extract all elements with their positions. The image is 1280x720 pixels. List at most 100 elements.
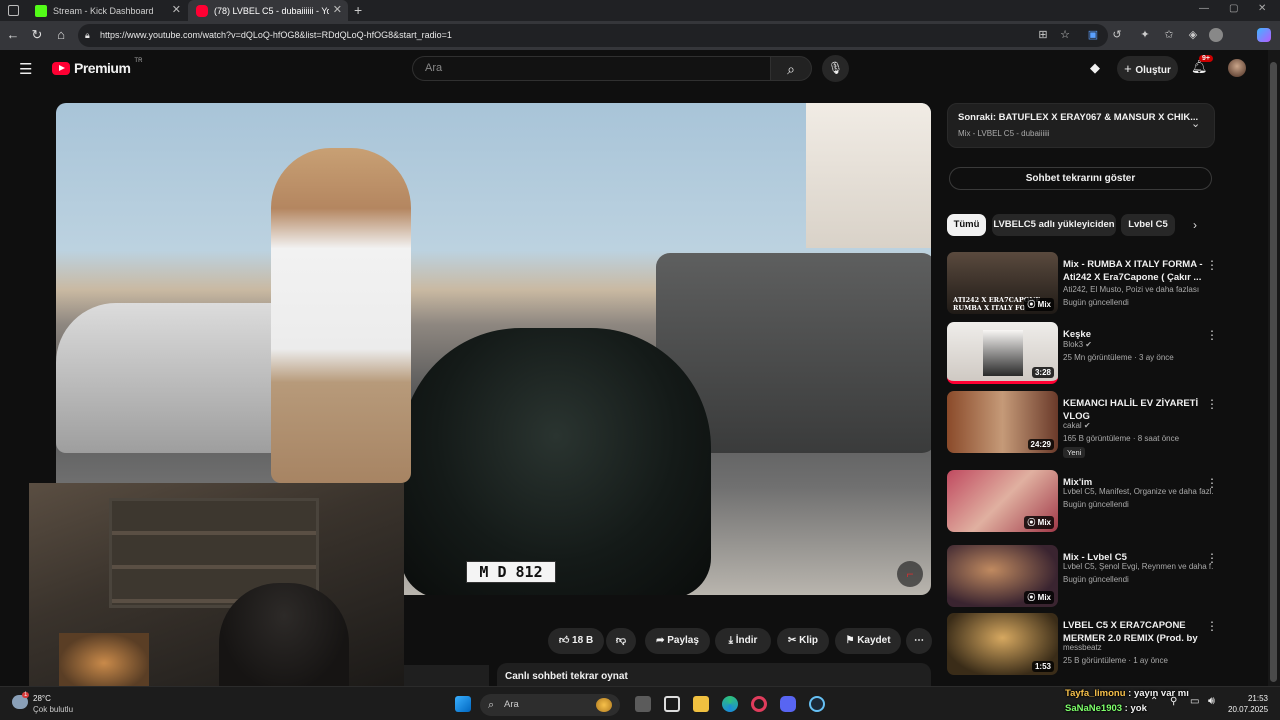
- network-icon[interactable]: ▭: [1190, 696, 1199, 707]
- channel-name[interactable]: Lvbel C5, Manifest, Organize ve daha faz…: [1063, 487, 1213, 496]
- chip-all[interactable]: Tümü: [947, 214, 986, 236]
- browser-toolbar: ← ↻ ⌂ 🔒︎ https://www.youtube.com/watch?v…: [0, 21, 1280, 50]
- weather-widget[interactable]: 1 28°C Çok bulutlu: [12, 692, 82, 716]
- chevron-down-icon[interactable]: ⌄: [1191, 117, 1200, 130]
- webcam-overlay: [29, 483, 404, 693]
- back-icon[interactable]: ←: [5, 27, 21, 43]
- opera-gx-icon[interactable]: [751, 696, 767, 712]
- edge-icon[interactable]: [722, 696, 738, 712]
- video-thumbnail[interactable]: ⦿ Mix: [947, 470, 1058, 532]
- video-thumbnail[interactable]: ATI242 X ERA7CAPONE RUMBA X ITALY FO ⦿ M…: [947, 252, 1058, 314]
- notifications-button[interactable]: 🔔︎ 9+: [1191, 55, 1213, 75]
- dislike-button[interactable]: 👎︎: [606, 628, 636, 654]
- task-view-icon[interactable]: [635, 696, 651, 712]
- show-chat-replay-button[interactable]: Sohbet tekrarını göster: [949, 167, 1212, 190]
- menu-icon[interactable]: ☰: [19, 60, 32, 78]
- sync-icon[interactable]: ↺: [1110, 28, 1124, 42]
- profile-icon[interactable]: [1209, 28, 1223, 42]
- video-meta: 165 B görüntüleme · 8 saat önce: [1063, 434, 1180, 443]
- list-item[interactable]: ⦿ Mix Mix - Lvbel C5 Lvbel C5, Şenol Evg…: [947, 545, 1218, 609]
- more-vert-icon[interactable]: ⋮: [1206, 258, 1218, 272]
- video-thumbnail[interactable]: ⦿ Mix: [947, 545, 1058, 607]
- video-title[interactable]: Mix - RUMBA X ITALY FORMA - Ati242 X Era…: [1063, 258, 1203, 284]
- cast-icon[interactable]: ◆: [1090, 60, 1100, 76]
- home-icon[interactable]: ⌂: [53, 27, 69, 43]
- new-tab-button[interactable]: +: [354, 2, 362, 18]
- playlist-next-box[interactable]: Sonraki: BATUFLEX X ERAY067 & MANSUR X C…: [947, 103, 1215, 148]
- close-icon[interactable]: ✕: [333, 3, 342, 16]
- next-subtitle: Mix - LVBEL C5 - dubaiiiiii: [958, 129, 1050, 138]
- extension-icon[interactable]: ▣: [1086, 28, 1100, 42]
- channel-name[interactable]: Lvbel C5, Şenol Evgi, Reynmen ve daha f.…: [1063, 562, 1213, 571]
- more-vert-icon[interactable]: ⋮: [1206, 619, 1218, 633]
- download-button[interactable]: ⤓ İndir: [715, 628, 771, 654]
- video-title[interactable]: LVBEL C5 X ERA7CAPONE MERMER 2.0 REMIX (…: [1063, 619, 1203, 646]
- list-item[interactable]: 1:53 LVBEL C5 X ERA7CAPONE MERMER 2.0 RE…: [947, 613, 1218, 677]
- channel-name[interactable]: messbeatz: [1063, 643, 1213, 652]
- tray-chevron-icon[interactable]: ⌃: [1150, 696, 1158, 707]
- tray-app-icon[interactable]: ⚲: [1170, 696, 1177, 707]
- discord-icon[interactable]: [780, 696, 796, 712]
- avatar[interactable]: [1228, 59, 1246, 77]
- tab-kick-dashboard[interactable]: Stream - Kick Dashboard ✕: [27, 0, 187, 21]
- refresh-icon[interactable]: ↻: [29, 27, 45, 43]
- lock-icon: 🔒︎: [85, 30, 90, 40]
- chip-from-uploader[interactable]: LVBELC5 adlı yükleyiciden: [992, 214, 1116, 236]
- more-vert-icon[interactable]: ⋮: [1206, 551, 1218, 565]
- save-button[interactable]: ⚑ Kaydet: [835, 628, 901, 654]
- more-actions-button[interactable]: ⋯: [906, 628, 932, 654]
- list-item[interactable]: 3:28 Keşke Blok3 ✔ 25 Mn görüntüleme · 3…: [947, 322, 1218, 386]
- channel-name[interactable]: Ati242, El Musto, Poizi ve daha fazlası: [1063, 285, 1213, 294]
- file-explorer-icon[interactable]: [693, 696, 709, 712]
- favorite-star-icon[interactable]: ☆: [1058, 28, 1072, 42]
- youtube-logo[interactable]: Premium TR: [52, 58, 142, 76]
- video-thumbnail[interactable]: 24:29: [947, 391, 1058, 453]
- clip-button[interactable]: ✂ Klip: [777, 628, 829, 654]
- share-button[interactable]: ➦ Paylaş: [645, 628, 710, 654]
- volume-icon[interactable]: 🔊︎: [1208, 695, 1215, 708]
- steam-icon[interactable]: [809, 696, 825, 712]
- create-button[interactable]: + Oluştur: [1117, 56, 1178, 81]
- clock[interactable]: 21:53 20.07.2025: [1228, 693, 1268, 715]
- shield-icon[interactable]: ◈: [1186, 28, 1200, 42]
- youtube-play-icon: [52, 61, 70, 75]
- more-vert-icon[interactable]: ⋮: [1206, 397, 1218, 411]
- tab-youtube[interactable]: (78) LVBEL C5 - dubaiiiiii - Yo ✕: [188, 0, 348, 21]
- chevron-right-icon[interactable]: ›: [1193, 218, 1197, 232]
- apps-icon[interactable]: ⊞: [1036, 28, 1050, 42]
- minimize-button[interactable]: —: [1199, 3, 1209, 14]
- page-scrollbar[interactable]: [1268, 50, 1280, 686]
- more-vert-icon[interactable]: ⋮: [1206, 328, 1218, 342]
- channel-name[interactable]: Blok3 ✔: [1063, 340, 1213, 349]
- search-button[interactable]: ⌕: [770, 56, 812, 81]
- share-label: Paylaş: [667, 635, 699, 646]
- search-icon: ⌕: [787, 61, 795, 77]
- clock-time: 21:53: [1247, 694, 1268, 703]
- taskbar-search[interactable]: ⌕ Ara: [480, 694, 620, 716]
- windows-start-icon[interactable]: [455, 696, 471, 712]
- like-button[interactable]: 👍︎ 18 B: [548, 628, 604, 654]
- address-bar[interactable]: 🔒︎ https://www.youtube.com/watch?v=dQLoQ…: [78, 24, 1108, 47]
- copilot-icon[interactable]: [1257, 28, 1271, 42]
- video-thumbnail[interactable]: 3:28: [947, 322, 1058, 384]
- video-title[interactable]: KEMANCI HALİL EV ZİYARETİ VLOG: [1063, 397, 1203, 423]
- more-vert-icon[interactable]: ⋮: [1206, 476, 1218, 490]
- voice-search-button[interactable]: 🎙︎: [822, 55, 849, 82]
- favorites-icon[interactable]: ✩: [1162, 28, 1176, 42]
- mix-badge: ⦿ Mix: [1024, 516, 1054, 529]
- chip-lvbel-c5[interactable]: Lvbel C5: [1121, 214, 1175, 236]
- list-item[interactable]: ATI242 X ERA7CAPONE RUMBA X ITALY FO ⦿ M…: [947, 252, 1218, 316]
- widgets-icon[interactable]: [664, 696, 680, 712]
- list-item[interactable]: 24:29 KEMANCI HALİL EV ZİYARETİ VLOG cak…: [947, 391, 1218, 458]
- close-icon[interactable]: ✕: [172, 3, 181, 16]
- channel-name[interactable]: cakal ✔: [1063, 421, 1213, 430]
- video-thumbnail[interactable]: 1:53: [947, 613, 1058, 675]
- webcam-lamp: [59, 633, 149, 693]
- extensions-puzzle-icon[interactable]: ✦: [1138, 28, 1152, 42]
- tab-actions-icon[interactable]: [8, 5, 19, 16]
- scrollbar-thumb[interactable]: [1270, 62, 1277, 682]
- search-input[interactable]: Ara: [412, 56, 770, 81]
- list-item[interactable]: ⦿ Mix Mix'im Lvbel C5, Manifest, Organiz…: [947, 470, 1218, 534]
- maximize-button[interactable]: ▢: [1229, 3, 1238, 14]
- close-window-button[interactable]: ✕: [1258, 3, 1266, 14]
